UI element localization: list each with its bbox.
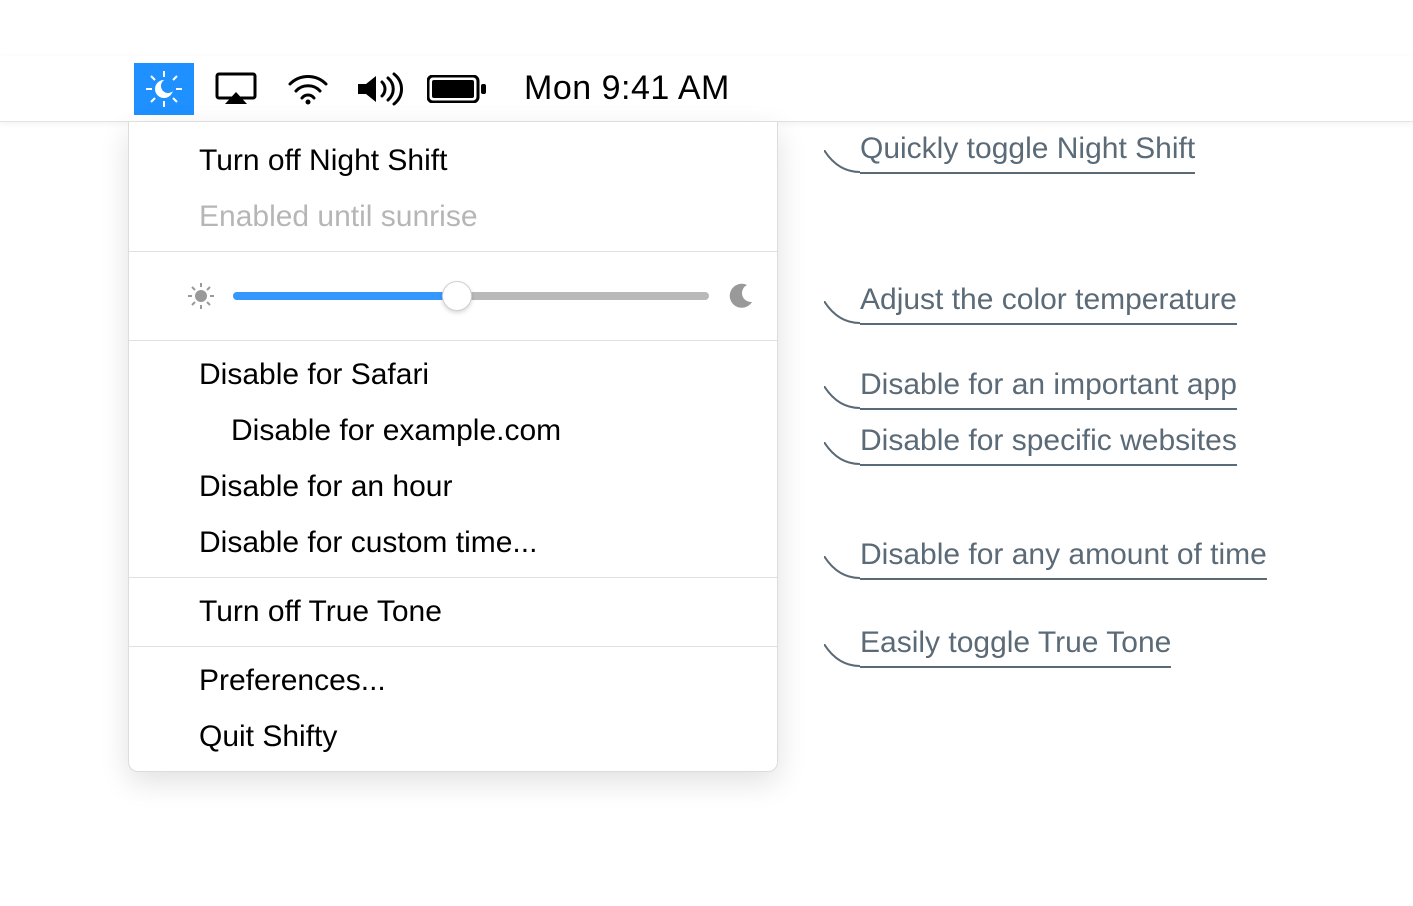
wifi-icon[interactable] (278, 63, 338, 115)
annotation-true-tone: Easily toggle True Tone (860, 626, 1171, 668)
annotation-tail-icon (824, 556, 860, 580)
menu-item-preferences[interactable]: Preferences... (129, 653, 777, 709)
annotation-label: Disable for any amount of time (860, 538, 1267, 571)
slider-fill (233, 292, 457, 300)
menu-separator (129, 646, 777, 647)
annotation-tail-icon (824, 442, 860, 466)
annotation-disable-site: Disable for specific websites (860, 424, 1237, 466)
menu-separator (129, 340, 777, 341)
annotation-toggle-night-shift: Quickly toggle Night Shift (860, 132, 1195, 174)
slider-thumb[interactable] (442, 281, 472, 311)
menubar: Mon 9:41 AM (0, 56, 1413, 122)
color-temperature-slider[interactable] (233, 292, 709, 300)
menu-item-quit[interactable]: Quit Shifty (129, 709, 777, 765)
menubar-clock[interactable]: Mon 9:41 AM (524, 69, 730, 108)
annotation-label: Disable for specific websites (860, 424, 1237, 457)
battery-icon[interactable] (422, 63, 492, 115)
menu-item-disable-custom-time[interactable]: Disable for custom time... (129, 515, 777, 571)
annotation-label: Easily toggle True Tone (860, 626, 1171, 659)
annotation-disable-app: Disable for an important app (860, 368, 1237, 410)
menu-item-disable-for-hour[interactable]: Disable for an hour (129, 459, 777, 515)
annotation-label: Disable for an important app (860, 368, 1237, 401)
menu-separator (129, 577, 777, 578)
volume-icon[interactable] (350, 63, 410, 115)
sun-icon (187, 282, 215, 310)
annotation-label: Quickly toggle Night Shift (860, 132, 1195, 165)
shifty-night-shift-icon[interactable] (134, 63, 194, 115)
annotation-tail-icon (824, 301, 860, 325)
annotation-color-temperature: Adjust the color temperature (860, 283, 1237, 325)
annotation-tail-icon (824, 150, 860, 174)
annotation-disable-custom: Disable for any amount of time (860, 538, 1267, 580)
menu-item-toggle-night-shift[interactable]: Turn off Night Shift (129, 122, 777, 189)
menu-item-disable-for-site[interactable]: Disable for example.com (129, 403, 777, 459)
moon-icon (727, 282, 755, 310)
menu-item-status: Enabled until sunrise (129, 189, 777, 245)
menu-item-disable-for-app[interactable]: Disable for Safari (129, 347, 777, 403)
menu-separator (129, 251, 777, 252)
shifty-menu: Turn off Night Shift Enabled until sunri… (128, 122, 778, 772)
annotation-tail-icon (824, 644, 860, 668)
color-temperature-slider-row (129, 258, 777, 334)
menu-item-toggle-true-tone[interactable]: Turn off True Tone (129, 584, 777, 640)
airplay-icon[interactable] (206, 63, 266, 115)
annotation-label: Adjust the color temperature (860, 283, 1237, 316)
annotation-tail-icon (824, 386, 860, 410)
